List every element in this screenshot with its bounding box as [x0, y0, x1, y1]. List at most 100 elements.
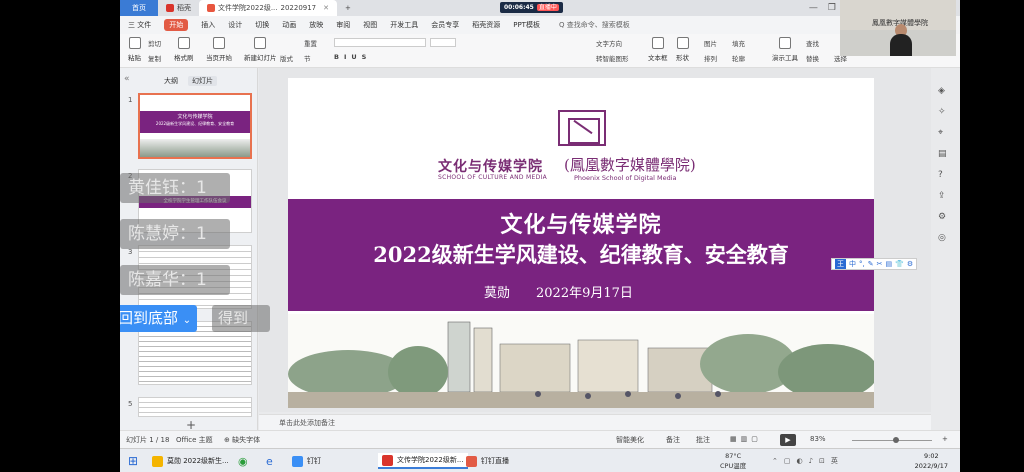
notes-toggle[interactable]: 备注 — [666, 435, 680, 445]
school-name-en-alt: Phoenix School of Digital Media — [574, 174, 677, 182]
fill-button[interactable]: 填充 — [732, 38, 745, 48]
textbox-button[interactable]: 文本框 — [648, 37, 668, 62]
slide-thumb-5[interactable] — [138, 397, 252, 417]
replace-button[interactable]: 替换 — [806, 53, 819, 63]
shape-button[interactable]: 形状 — [676, 37, 689, 62]
missing-font-button[interactable]: ⊕ 缺失字体 — [224, 435, 260, 445]
thumb-title: 文化与传媒学院 — [177, 114, 213, 120]
scissors-icon[interactable]: ✂ — [877, 260, 883, 268]
close-tab-icon[interactable]: ✕ — [323, 0, 329, 16]
tab-document[interactable]: 文件学院2022级... 20220917 ✕ — [199, 0, 338, 16]
tab-daoke[interactable]: 稻壳 — [158, 0, 199, 16]
paste-label: 粘贴 — [128, 54, 141, 62]
pen-icon[interactable]: ✎ — [868, 260, 874, 268]
layers-icon[interactable]: ▤ — [938, 149, 947, 159]
zoom-in-icon[interactable]: + — [942, 435, 948, 443]
menu-insert[interactable]: 插入 — [201, 20, 215, 30]
system-clock[interactable]: 9:02 2022/9/17 — [915, 451, 948, 471]
arrange-button[interactable]: 排列 — [704, 53, 717, 63]
layout-button[interactable]: 版式 — [280, 53, 293, 63]
menu-transition[interactable]: 切换 — [255, 20, 269, 30]
menu-developer[interactable]: 开发工具 — [390, 20, 418, 30]
file-menu[interactable]: 三 文件 — [128, 20, 151, 30]
windows-start-icon[interactable]: ⊞ — [128, 453, 138, 469]
zoom-slider[interactable] — [852, 437, 932, 443]
taskbar-app-wps[interactable]: 文传学院2022级新... — [378, 453, 468, 469]
browser-icon[interactable]: ◉ — [238, 453, 248, 469]
smartart-button[interactable]: 转智能图形 — [596, 53, 629, 63]
wps-icon — [382, 454, 393, 466]
keyboard-icon[interactable]: ▤ — [885, 260, 892, 268]
menu-daoke[interactable]: 稻壳资源 — [472, 20, 500, 30]
new-slide-icon — [254, 37, 267, 49]
recording-time: 00:06:45 — [504, 4, 534, 11]
tab-outline[interactable]: 大纲 — [164, 76, 178, 86]
menu-ppt-template[interactable]: PPT模板 — [513, 20, 540, 30]
left-letterbox — [0, 0, 120, 448]
font-style-buttons[interactable]: BIUS — [334, 53, 371, 61]
command-search[interactable]: Q 查找命令、搜索模板 — [559, 20, 630, 30]
chinese-mode-icon[interactable]: 中 — [849, 259, 856, 269]
settings-gear-icon[interactable]: ⚙ — [938, 212, 947, 222]
status-bar: 幻灯片 1 / 18 Office 主题 ⊕ 缺失字体 智能美化 备注 批注 ▦… — [120, 430, 960, 448]
punctuation-icon[interactable]: °, — [859, 260, 865, 268]
new-tab-button[interactable]: + — [337, 0, 359, 16]
system-tray-icons[interactable]: ⌃▢◐♪⊡英 — [772, 453, 844, 469]
style-icon[interactable]: ◈ — [938, 86, 947, 96]
from-current-button[interactable]: 当页开始 — [206, 37, 232, 62]
animation-icon[interactable]: ✧ — [938, 107, 947, 117]
menu-view[interactable]: 视图 — [363, 20, 377, 30]
slideshow-play-button[interactable]: ▶ — [780, 434, 796, 446]
menu-member[interactable]: 会员专享 — [431, 20, 459, 30]
cut-button[interactable]: 剪切 — [148, 38, 161, 48]
text-direction-button[interactable]: 文字方向 — [596, 38, 622, 48]
view-mode-buttons[interactable]: ▦▥▢ — [730, 435, 762, 443]
ime-icon[interactable]: 王 — [835, 259, 846, 269]
current-slide[interactable]: 文化与传媒学院 (鳳凰數字媒體學院) SCHOOL OF CULTURE AND… — [288, 78, 874, 408]
menu-slideshow[interactable]: 放映 — [309, 20, 323, 30]
section-button[interactable]: 节 — [304, 53, 311, 63]
presenter-name: 莫勋 — [484, 286, 511, 301]
picture-button[interactable]: 图片 — [704, 38, 717, 48]
pin-icon[interactable]: ⌖ — [938, 128, 947, 138]
find-button[interactable]: 查找 — [806, 38, 819, 48]
copy-button[interactable]: 复制 — [148, 53, 161, 63]
outline-button[interactable]: 轮廓 — [732, 53, 745, 63]
maximize-icon[interactable]: ❐ — [828, 3, 836, 13]
smart-beautify-button[interactable]: 智能美化 — [616, 435, 644, 445]
skin-icon[interactable]: 👕 — [895, 260, 904, 268]
zoom-slider-knob[interactable] — [893, 437, 899, 443]
from-current-label: 当页开始 — [206, 54, 232, 62]
comments-toggle[interactable]: 批注 — [696, 435, 710, 445]
share-icon[interactable]: ⇪ — [938, 191, 947, 201]
font-size-select[interactable] — [430, 38, 456, 47]
location-icon[interactable]: ◎ — [938, 233, 947, 243]
reset-button[interactable]: 重置 — [304, 38, 317, 48]
menu-animation[interactable]: 动画 — [282, 20, 296, 30]
font-name-select[interactable] — [334, 38, 426, 47]
menu-design[interactable]: 设计 — [228, 20, 242, 30]
taskbar-app-doc[interactable]: 莫勋 2022级新生... — [152, 453, 229, 469]
slideshow-tools-button[interactable]: 演示工具 — [772, 37, 798, 62]
help-icon[interactable]: ? — [938, 170, 947, 180]
slide-thumb-1[interactable]: 文化与传媒学院 2022级新生学风建设、纪律教育、安全教育 — [138, 93, 252, 159]
back-to-bottom-button[interactable]: 回到底部 ⌄ — [120, 305, 198, 332]
menu-review[interactable]: 审阅 — [336, 20, 350, 30]
taskbar-app-live[interactable]: 钉钉直播 — [466, 453, 509, 469]
tab-home[interactable]: 首页 — [120, 0, 158, 16]
tab-slides[interactable]: 幻灯片 — [188, 76, 217, 86]
settings-icon[interactable]: ⚙ — [907, 260, 913, 268]
paste-button[interactable]: 粘贴 — [128, 37, 141, 62]
menu-start[interactable]: 开始 — [164, 19, 189, 31]
tab-home-label: 首页 — [132, 4, 146, 12]
edge-icon[interactable]: e — [266, 453, 273, 469]
new-slide-button[interactable]: 新建幻灯片 — [244, 37, 277, 62]
window-controls: — ❐ — [809, 0, 836, 16]
slide-title: 文化与传媒学院 — [500, 212, 662, 238]
taskbar-app-dingtalk[interactable]: 钉钉 — [292, 453, 321, 469]
format-painter-button[interactable]: 格式刷 — [174, 37, 194, 62]
notes-pane[interactable]: 单击此处添加备注 — [259, 414, 931, 430]
minimize-icon[interactable]: — — [809, 3, 818, 13]
collapse-pane-icon[interactable]: « — [124, 74, 130, 84]
back-to-bottom-label: 回到底部 — [120, 309, 179, 327]
